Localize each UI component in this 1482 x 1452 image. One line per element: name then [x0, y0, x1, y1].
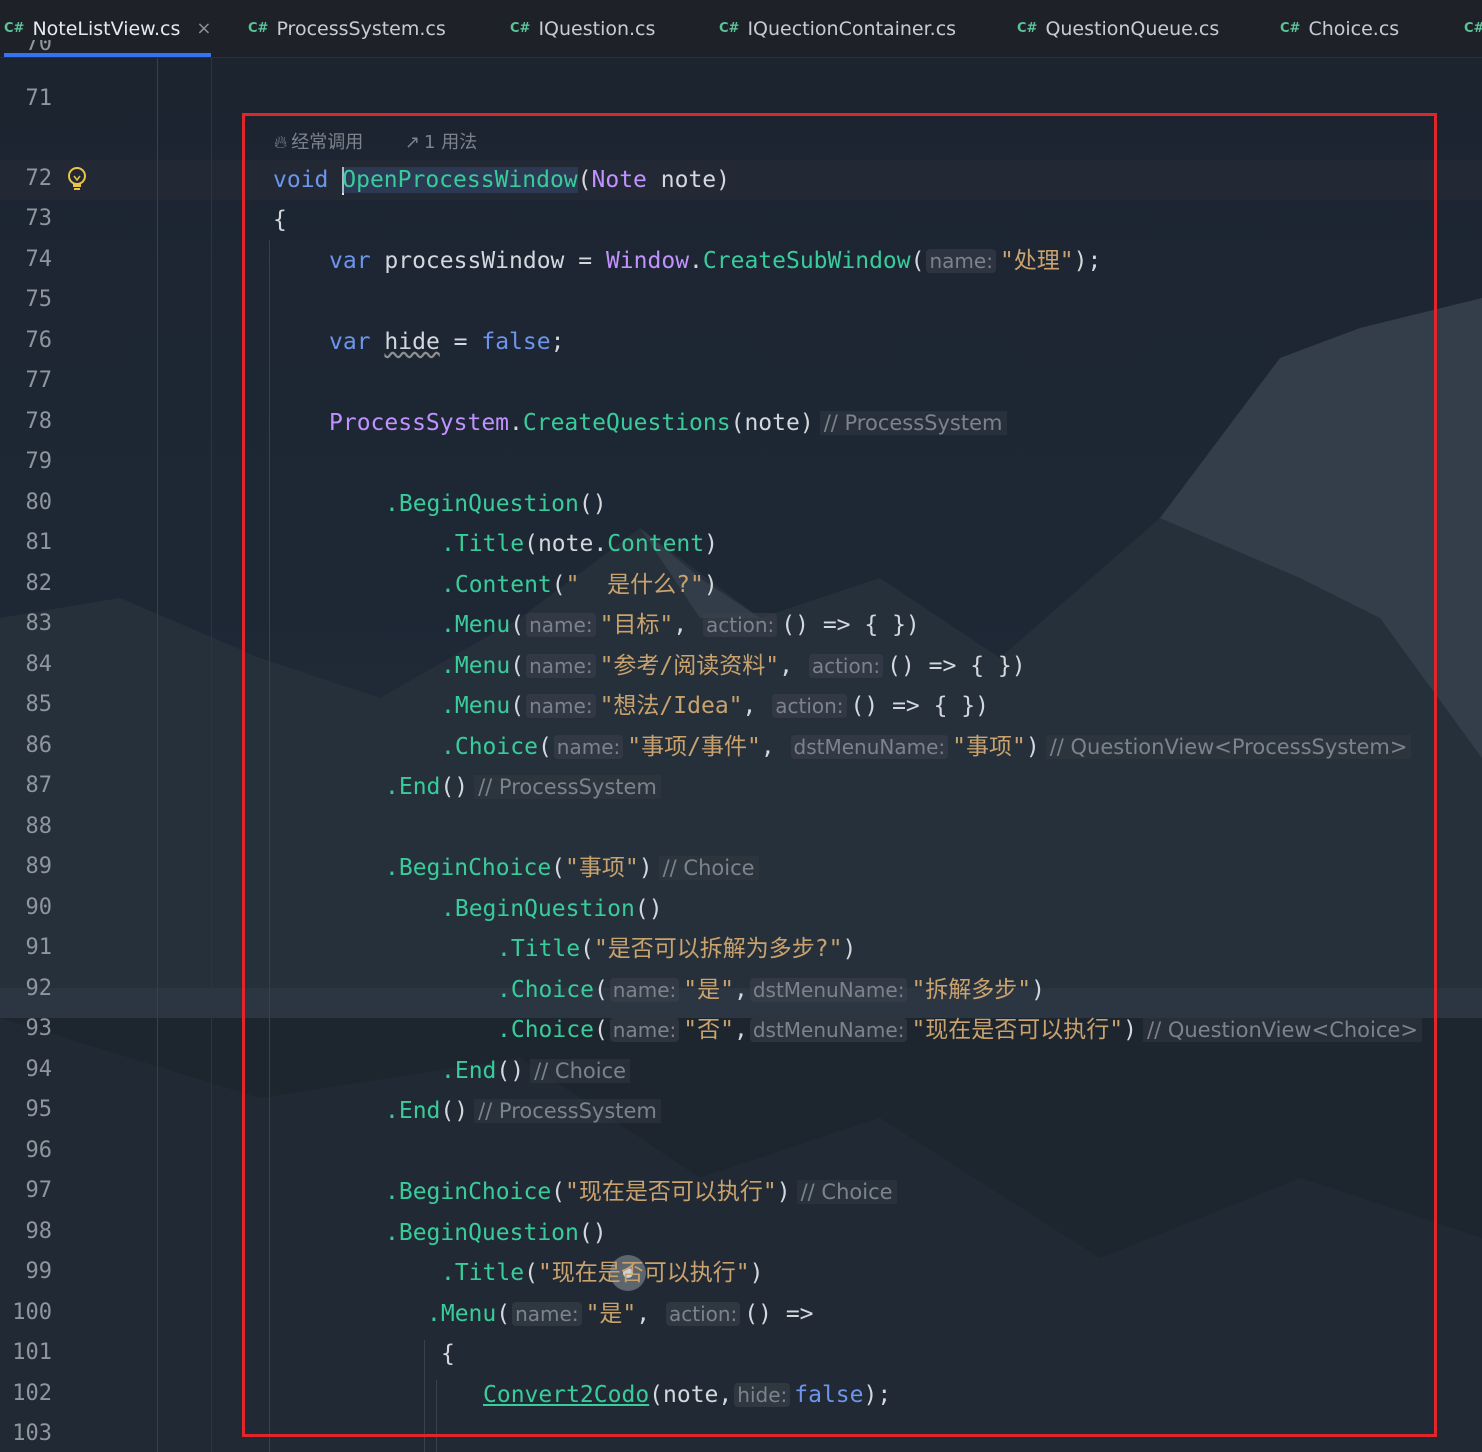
highlight-annotation-box — [242, 113, 1437, 1437]
